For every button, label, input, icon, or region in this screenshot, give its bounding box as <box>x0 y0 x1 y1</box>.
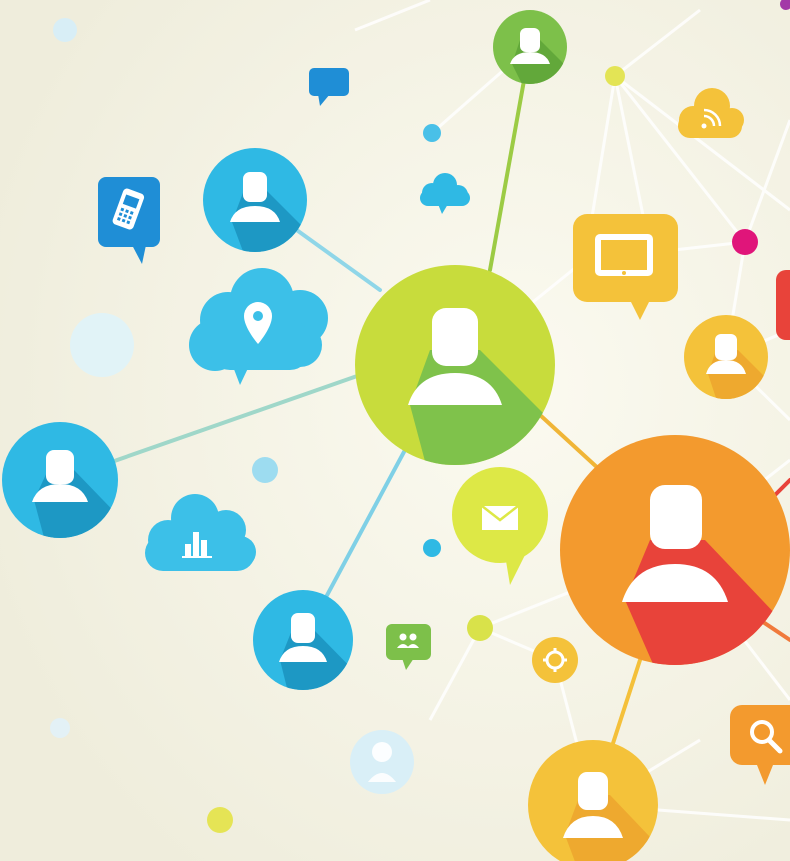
network-illustration <box>0 0 790 861</box>
dot <box>467 615 493 641</box>
dot <box>605 66 625 86</box>
dot <box>732 229 758 255</box>
chat-bubble-icon <box>776 270 790 340</box>
dot <box>53 18 77 42</box>
gear-icon <box>532 637 578 683</box>
network-graph <box>0 0 790 861</box>
dot <box>50 718 70 738</box>
dot <box>207 807 233 833</box>
dot <box>423 124 441 142</box>
dot <box>70 313 134 377</box>
dot <box>423 539 441 557</box>
dot <box>252 457 278 483</box>
